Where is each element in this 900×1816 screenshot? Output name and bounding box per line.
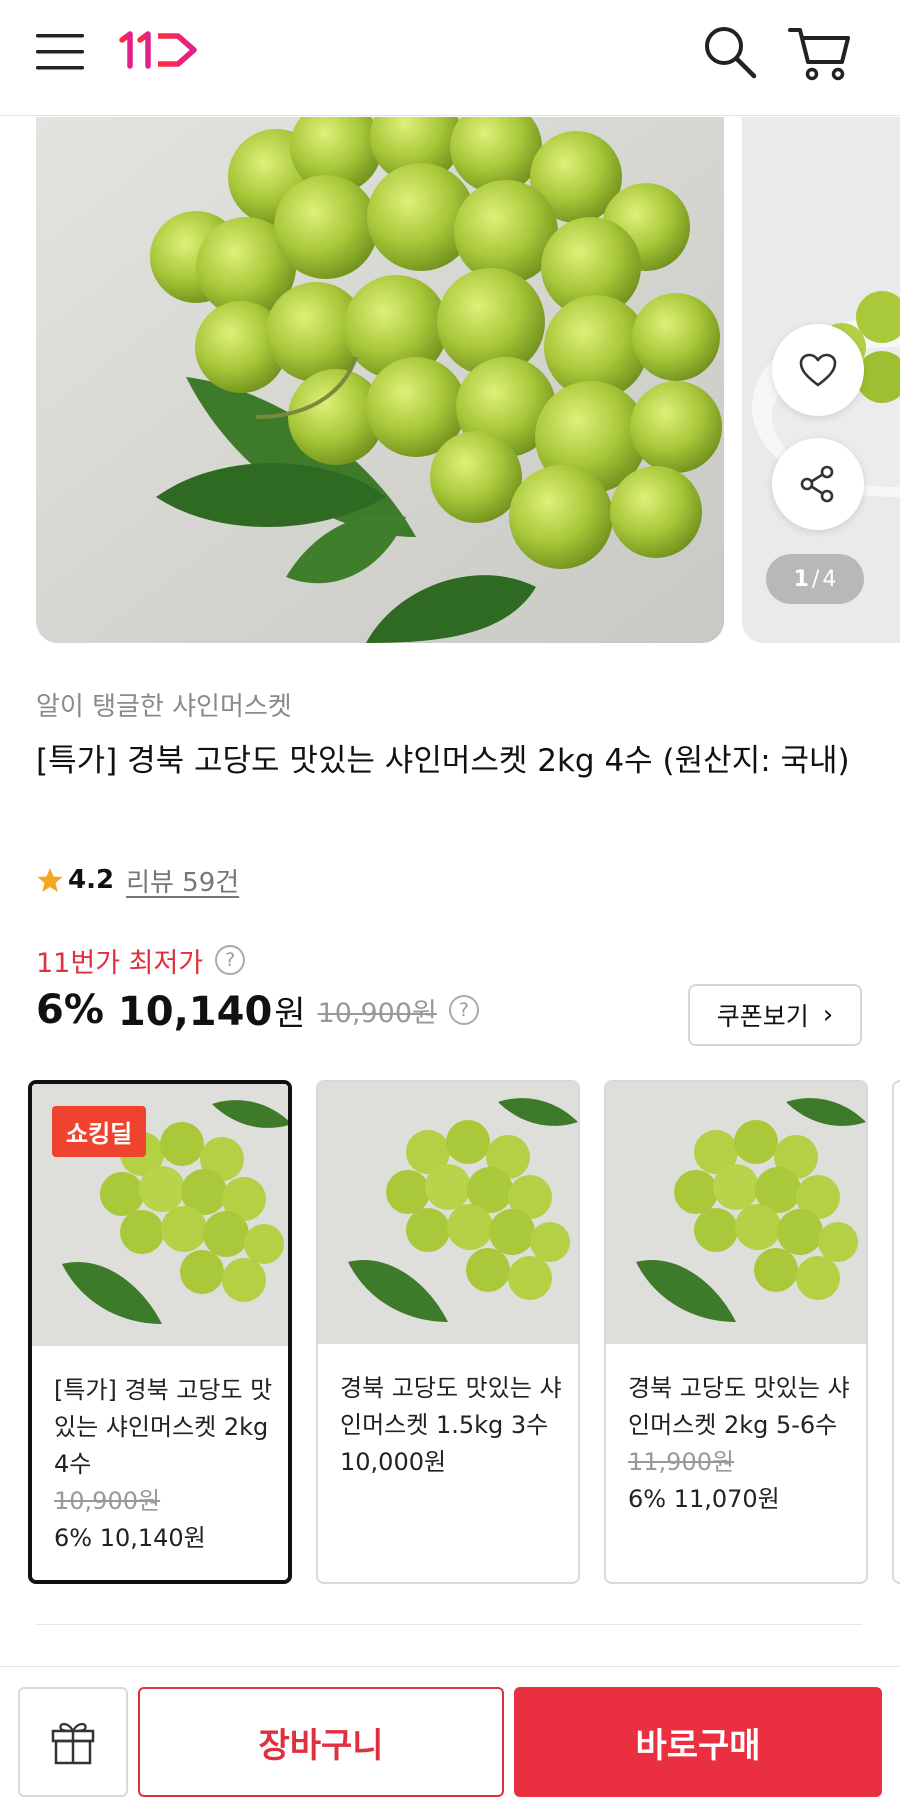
current-page: 1 xyxy=(793,566,809,592)
coupon-label: 쿠폰보기 xyxy=(716,1002,809,1031)
option-price: 10,000원 xyxy=(340,1448,447,1476)
bottom-action-bar: 장바구니 바로구매 xyxy=(0,1666,900,1816)
option-cards: 쇼킹딜 [특가] 경북 고당도 맛있는 샤인머스켓 2kg 4수 10,900원… xyxy=(0,1080,900,1584)
shocking-deal-badge: 쇼킹딜 xyxy=(52,1106,147,1157)
option-info: 경북 고당도 맛있는 샤인머스켓 2kg 5-6수 11,900원 6% 11,… xyxy=(628,1370,852,1518)
option-info: 경북 고당도 맛있는 샤인머스켓 1.5kg 3수 10,000원 xyxy=(340,1370,564,1481)
search-icon[interactable] xyxy=(700,22,760,82)
total-pages: 4 xyxy=(822,566,837,592)
view-coupon-button[interactable]: 쿠폰보기 › xyxy=(688,984,862,1046)
option-card[interactable]: 쇼킹딜 [특가] 경북 고당도 맛있는 샤인머스켓 2kg 4수 10,900원… xyxy=(28,1080,292,1584)
option-name: 경북 고당도 맛있는 샤인머스켓 2kg 5-6수 xyxy=(628,1374,850,1439)
page-separator: / xyxy=(811,566,820,592)
option-name: 경북 고당도 맛있는 샤인머스켓 1.5kg 3수 xyxy=(340,1374,562,1439)
lowest-price-label: 11번가 최저가 xyxy=(36,947,204,979)
rating-value: 4.2 xyxy=(68,865,115,895)
cart-icon[interactable] xyxy=(786,22,852,82)
discount-rate: 6% xyxy=(36,987,104,1033)
share-icon xyxy=(800,465,834,503)
image-page-indicator: 1 / 4 xyxy=(766,554,864,604)
buy-now-button[interactable]: 바로구매 xyxy=(514,1687,882,1797)
price-help-icon[interactable]: ? xyxy=(448,995,479,1025)
option-price: 6% 10,140원 xyxy=(54,1524,206,1552)
option-card[interactable]: 경북 고당도 맛있는 샤인머스켓 2kg 5-6수 11,900원 6% 11,… xyxy=(604,1080,868,1584)
gift-button[interactable] xyxy=(18,1687,128,1797)
option-image xyxy=(606,1082,866,1344)
sale-price: 10,140원 xyxy=(118,986,306,1035)
option-image xyxy=(318,1082,578,1344)
heart-icon xyxy=(799,353,837,387)
share-button[interactable] xyxy=(772,438,864,530)
review-count-link[interactable]: 리뷰 59건 xyxy=(126,862,239,899)
rating-row: 4.2 리뷰 59건 xyxy=(36,860,239,900)
option-original-price: 10,900원 xyxy=(54,1487,161,1515)
hamburger-menu-icon[interactable] xyxy=(34,30,86,74)
product-main-image[interactable] xyxy=(36,117,724,643)
option-card-peek[interactable] xyxy=(892,1080,900,1584)
add-to-cart-button[interactable]: 장바구니 xyxy=(138,1687,504,1797)
option-original-price: 11,900원 xyxy=(628,1448,735,1476)
original-price: 10,900원 xyxy=(317,997,437,1029)
top-header xyxy=(0,0,900,116)
lowest-price-row: 11번가 최저가 ? xyxy=(36,940,246,980)
price-row: 6% 10,140원 10,900원 ? xyxy=(36,982,479,1038)
product-title: [특가] 경북 고당도 맛있는 샤인머스켓 2kg 4수 (원산지: 국내) xyxy=(36,743,850,779)
option-price: 6% 11,070원 xyxy=(628,1485,780,1513)
brand-logo[interactable] xyxy=(116,28,204,72)
option-card[interactable]: 경북 고당도 맛있는 샤인머스켓 1.5kg 3수 10,000원 xyxy=(316,1080,580,1584)
option-info: [특가] 경북 고당도 맛있는 샤인머스켓 2kg 4수 10,900원 6% … xyxy=(54,1372,274,1557)
section-divider xyxy=(36,1624,862,1625)
option-name: [특가] 경북 고당도 맛있는 샤인머스켓 2kg 4수 xyxy=(54,1376,273,1478)
product-subtitle: 알이 탱글한 샤인머스켓 xyxy=(36,692,292,722)
wishlist-button[interactable] xyxy=(772,324,864,416)
price-unit: 원 xyxy=(274,993,306,1034)
option-image: 쇼킹딜 xyxy=(32,1084,288,1346)
sale-price-value: 10,140 xyxy=(117,988,273,1035)
chevron-right-icon: › xyxy=(822,1000,834,1030)
help-icon[interactable]: ? xyxy=(215,945,246,975)
product-image-gallery[interactable]: 1 / 4 xyxy=(0,117,900,645)
star-icon xyxy=(37,868,63,892)
gift-icon xyxy=(51,1722,95,1765)
